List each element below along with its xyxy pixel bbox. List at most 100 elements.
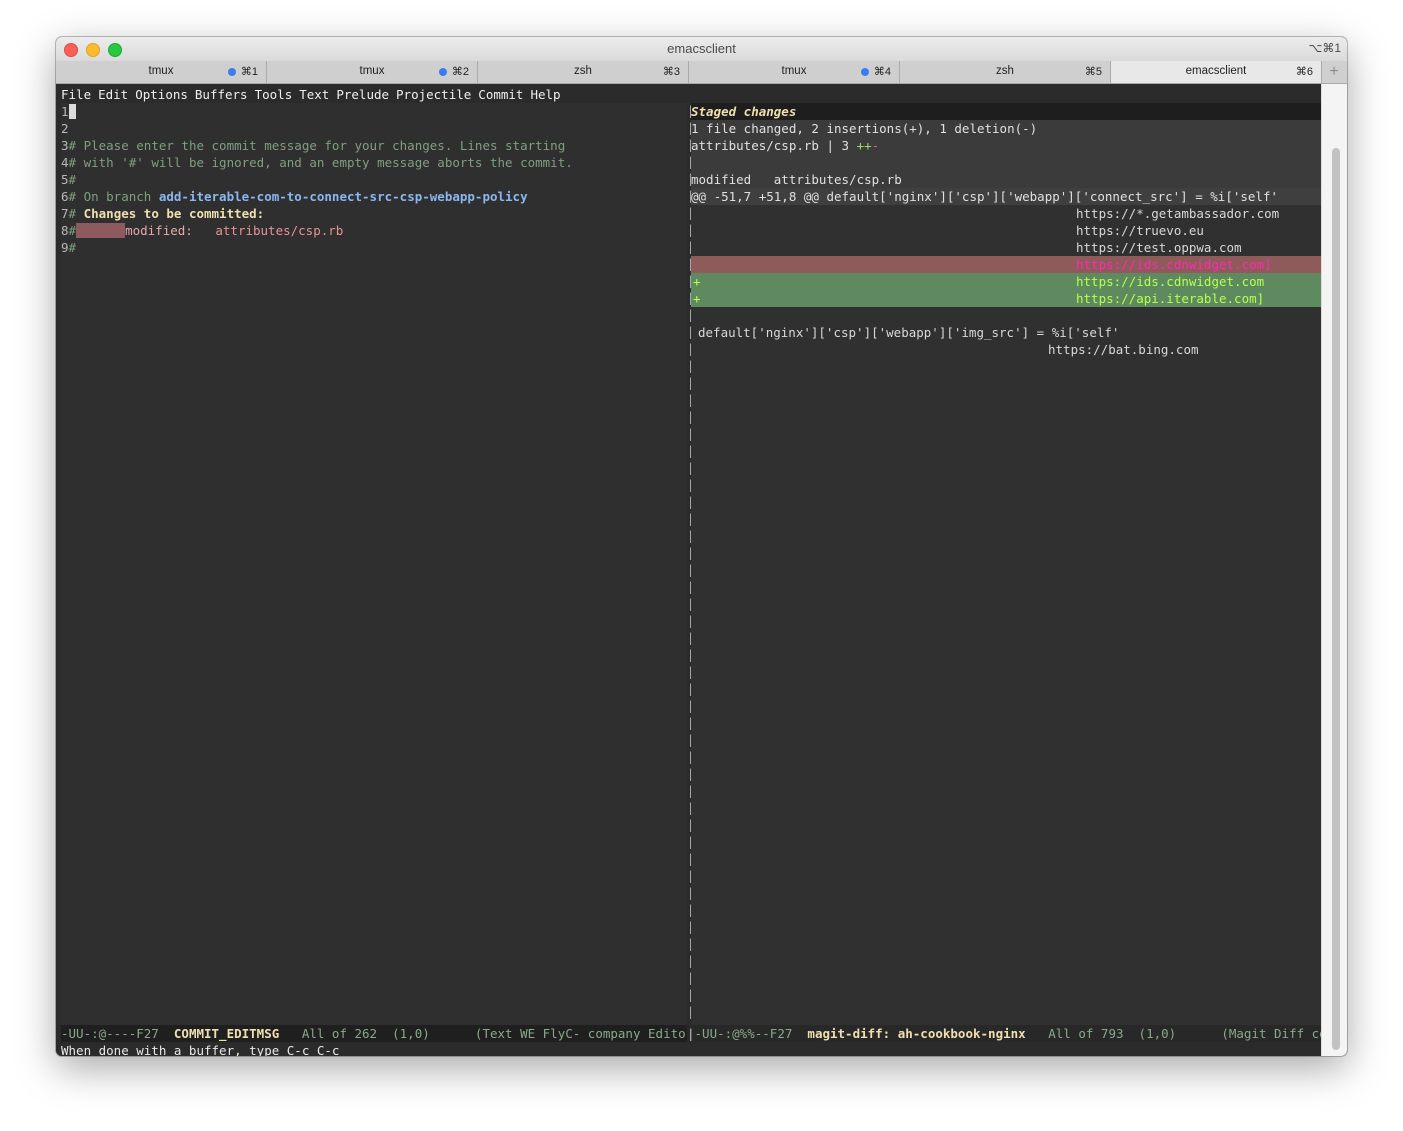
menu-file[interactable]: File [61, 87, 91, 102]
whitespace-highlight [76, 223, 126, 238]
tab-shortcut: ⌘5 [1084, 66, 1102, 78]
line-number: 3 [61, 138, 69, 153]
menu-text[interactable]: Text [299, 87, 329, 102]
buffer-line: 5# [61, 171, 687, 188]
context-line: https://test.oppwa.com [1076, 240, 1242, 255]
menu-commit[interactable]: Commit [478, 87, 523, 102]
tab-label: zsh [996, 65, 1014, 77]
tab-shortcut: ⌘1 [240, 66, 258, 78]
mode-line-position: All of 793 (1,0) [1025, 1026, 1222, 1041]
tab-shortcut: ⌘6 [1295, 66, 1313, 78]
tab-zsh-3[interactable]: zsh ⌘3 [478, 61, 689, 83]
tab-tmux-4[interactable]: tmux ⌘4 [689, 61, 900, 83]
line-number: 9 [61, 240, 69, 255]
diff-summary: 1 file changed, 2 insertions(+), 1 delet… [691, 120, 1321, 137]
new-tab-button[interactable]: + [1322, 61, 1346, 83]
blank-line [691, 154, 1321, 171]
mode-line-buffer-name: magit-diff: ah-cookbook-nginx [807, 1026, 1026, 1041]
line-number: 8 [61, 223, 69, 238]
diff-stat[interactable]: attributes/csp.rb | 3 ++- [691, 137, 1321, 154]
added-text: https://ids.cdnwidget.com [1076, 274, 1265, 289]
line-number: 6 [61, 189, 69, 204]
mode-line-flags: -UU-:@%%--F27 [694, 1026, 808, 1041]
buffer-line: 4# with '#' will be ignored, and an empt… [61, 154, 687, 171]
comment-text: # [68, 172, 77, 187]
comment-text: # [68, 206, 84, 221]
mode-line-modes: (Magit Diff company [1221, 1026, 1321, 1041]
comment-text: # [68, 240, 77, 255]
file-header[interactable]: modified attributes/csp.rb [691, 171, 1321, 188]
menu-buffers[interactable]: Buffers [195, 87, 248, 102]
activity-dot-icon [861, 68, 869, 76]
changed-file: attributes/csp.rb [215, 223, 344, 238]
tab-shortcut: ⌘3 [662, 66, 680, 78]
commit-message-buffer[interactable]: 1 2 3# Please enter the commit message f… [61, 103, 687, 1025]
mode-line-flags: -UU-:@----F27 [61, 1026, 174, 1041]
comment-text: # Please enter the commit message for yo… [68, 138, 566, 153]
line-number: 5 [61, 172, 69, 187]
scrollbar[interactable] [1321, 84, 1347, 1056]
buffer-line: 9# [61, 239, 687, 256]
modified-status: modified: [125, 223, 193, 238]
window-shortcut: ⌥⌘1 [1308, 41, 1341, 55]
mode-line-separator: | [687, 1026, 695, 1041]
emacs-frame: File Edit Options Buffers Tools Text Prelude Pr… [56, 84, 1347, 1056]
tab-shortcut: ⌘2 [451, 66, 469, 78]
tab-emacsclient-6[interactable]: emacsclient ⌘6 [1111, 61, 1322, 83]
title-bar[interactable]: emacsclient ⌥⌘1 [56, 37, 1347, 61]
context-line: https://bat.bing.com [1048, 342, 1199, 357]
line-number: 2 [61, 121, 69, 136]
terminal-window: emacsclient ⌥⌘1 tmux ⌘1 tmux ⌘2 zsh ⌘3 t… [56, 37, 1347, 1056]
removed-line: https://ids.cdnwidget.com] [691, 256, 1321, 273]
echo-area: When done with a buffer, type C-c C-c [61, 1043, 340, 1056]
tab-zsh-5[interactable]: zsh ⌘5 [900, 61, 1111, 83]
comment-text: # [68, 223, 77, 238]
buffer-line: 7# Changes to be committed: [61, 205, 687, 222]
line-number: 1 [61, 104, 69, 119]
tab-shortcut: ⌘4 [873, 66, 891, 78]
added-line: + https://api.iterable.com] [691, 290, 1321, 307]
mode-line-left[interactable]: -UU-:@----F27 COMMIT_EDITMSG All of 262 … [61, 1025, 687, 1042]
changes-heading: Changes to be committed: [83, 206, 265, 221]
diff-stat-minus: - [871, 138, 880, 153]
activity-dot-icon [228, 68, 236, 76]
window-title: emacsclient [667, 41, 736, 56]
mode-line-modes: (Text WE FlyC- company EditorConfi [474, 1026, 687, 1041]
buffer-line: 8# modified: attributes/csp.rb [61, 222, 687, 239]
magit-diff-buffer[interactable]: Staged changes 1 file changed, 2 inserti… [691, 103, 1321, 1025]
section-heading[interactable]: Staged changes [691, 103, 1321, 120]
context-line: https://truevo.eu [1076, 223, 1204, 238]
activity-dot-icon [439, 68, 447, 76]
diff-stat-plus: ++ [856, 138, 872, 153]
buffer-line: 2 [61, 120, 687, 137]
added-text: https://api.iterable.com] [1076, 291, 1265, 306]
emacs-menu-bar: File Edit Options Buffers Tools Text Prelude Pr… [61, 86, 568, 103]
buffer-line: 6# On branch add-iterable-com-to-connect… [61, 188, 687, 205]
plus-marker: + [693, 291, 701, 306]
mode-line-position: All of 262 (1,0) [279, 1026, 475, 1041]
menu-projectile[interactable]: Projectile [396, 87, 471, 102]
buffer-line: 3# Please enter the commit message for y… [61, 137, 687, 154]
buffer-line: 1 [61, 103, 687, 120]
menu-options[interactable]: Options [135, 87, 188, 102]
text-cursor [68, 104, 76, 119]
tab-tmux-1[interactable]: tmux ⌘1 [56, 61, 267, 83]
menu-edit[interactable]: Edit [98, 87, 128, 102]
context-line: default['nginx']['csp']['webapp']['img_s… [698, 325, 1120, 340]
added-line: + https://ids.cdnwidget.com [691, 273, 1321, 290]
menu-tools[interactable]: Tools [255, 87, 293, 102]
branch-name: add-iterable-com-to-connect-src-csp-weba… [158, 189, 528, 204]
diff-stat-file: attributes/csp.rb | 3 [691, 138, 857, 153]
mode-line-buffer-name: COMMIT_EDITMSG [173, 1026, 280, 1041]
line-number: 4 [61, 155, 69, 170]
hunk-header[interactable]: @@ -51,7 +51,8 @@ default['nginx']['csp'… [691, 188, 1321, 205]
mode-line-right[interactable]: |-UU-:@%%--F27 magit-diff: ah-cookbook-n… [687, 1025, 1321, 1042]
plus-marker: + [693, 274, 701, 289]
menu-prelude[interactable]: Prelude [336, 87, 389, 102]
menu-help[interactable]: Help [530, 87, 560, 102]
context-line: https://*.getambassador.com [1076, 206, 1280, 221]
comment-text: # with '#' will be ignored, and an empty… [68, 155, 573, 170]
tab-tmux-2[interactable]: tmux ⌘2 [267, 61, 478, 83]
comment-text: # On branch [68, 189, 159, 204]
scrollbar-thumb[interactable] [1332, 148, 1340, 1050]
